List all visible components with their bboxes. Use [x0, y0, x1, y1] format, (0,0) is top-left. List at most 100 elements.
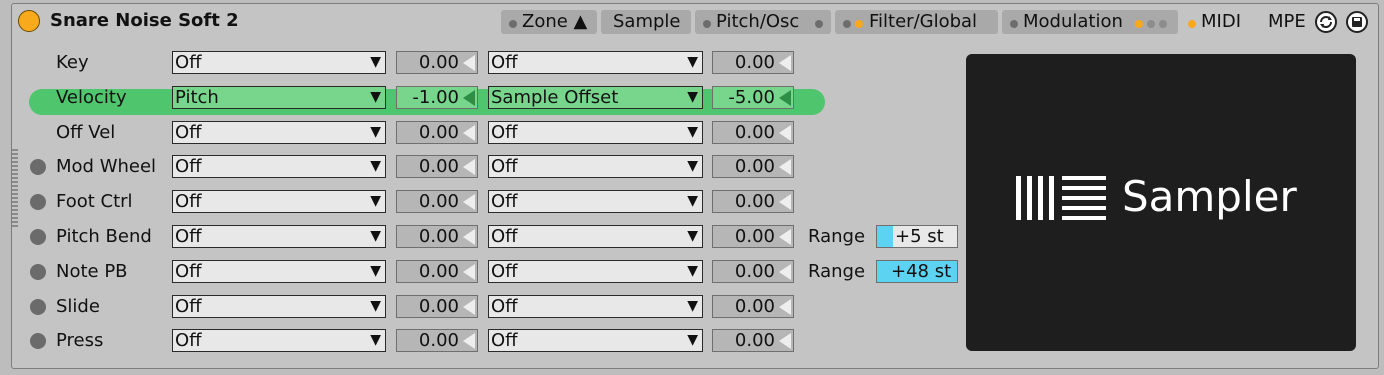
- row-label: Key: [56, 52, 89, 73]
- amount-b-field[interactable]: -5.00: [712, 85, 794, 109]
- amount-a-field[interactable]: 0.00: [396, 329, 478, 353]
- range-value-field[interactable]: +5 st: [876, 225, 958, 248]
- amount-b-field[interactable]: 0.00: [712, 190, 794, 214]
- amount-a-field[interactable]: -1.00: [396, 85, 478, 109]
- triangle-down-icon: ▼: [370, 297, 381, 314]
- row-led-icon: [30, 298, 46, 315]
- triangle-down-icon: ▼: [370, 54, 381, 70]
- tab-zone[interactable]: Zone ▲: [501, 10, 597, 34]
- save-icon[interactable]: [1346, 11, 1368, 33]
- triangle-left-icon: [463, 298, 475, 315]
- amount-a-field[interactable]: 0.00: [396, 190, 478, 214]
- range-label: Range: [808, 226, 866, 247]
- amount-a-field[interactable]: 0.00: [396, 294, 478, 318]
- triangle-down-icon: ▼: [370, 123, 381, 140]
- triangle-left-icon: [463, 194, 475, 211]
- destination-b-dropdown[interactable]: Off ▼: [488, 155, 703, 179]
- amount-b-field[interactable]: 0.00: [712, 259, 794, 283]
- amount-a-field[interactable]: 0.00: [396, 120, 478, 144]
- triangle-left-icon: [463, 229, 475, 245]
- triangle-down-icon: ▼: [687, 193, 698, 210]
- row-label: Foot Ctrl: [56, 191, 133, 213]
- triangle-left-icon: [779, 333, 791, 350]
- mpe-cycle-icon[interactable]: [1315, 11, 1337, 33]
- row-led-icon: [30, 333, 46, 350]
- triangle-left-icon: [779, 124, 791, 141]
- row-led-icon: [30, 159, 46, 176]
- sampler-device: Snare Noise Soft 2 Zone ▲ Sample Pitch/O…: [11, 3, 1379, 369]
- amount-b-field[interactable]: 0.00: [712, 225, 794, 248]
- amount-b-field[interactable]: 0.00: [712, 51, 794, 74]
- triangle-down-icon: ▼: [687, 332, 698, 349]
- destination-a-dropdown[interactable]: Off ▼: [172, 259, 386, 283]
- destination-b-dropdown[interactable]: Off ▼: [488, 329, 703, 353]
- range-label: Range: [808, 260, 866, 282]
- destination-a-dropdown[interactable]: Off ▼: [172, 294, 386, 318]
- amount-b-field[interactable]: 0.00: [712, 329, 794, 353]
- triangle-left-icon: [463, 159, 475, 176]
- destination-a-dropdown[interactable]: Off ▼: [172, 329, 386, 353]
- amount-a-field[interactable]: 0.00: [396, 259, 478, 283]
- triangle-down-icon: ▼: [370, 88, 381, 105]
- amount-a-field[interactable]: 0.00: [396, 225, 478, 248]
- row-led-icon: [30, 194, 46, 211]
- triangle-left-icon: [463, 55, 475, 71]
- tab-midi[interactable]: MIDI: [1182, 10, 1262, 34]
- tab-filter-global[interactable]: Filter/Global: [835, 10, 998, 34]
- triangle-left-icon: [779, 159, 791, 176]
- destination-b-dropdown[interactable]: Off ▼: [488, 259, 703, 283]
- row-label: Slide: [56, 295, 100, 317]
- sampler-logo-text: Sampler: [1122, 172, 1297, 221]
- destination-a-dropdown[interactable]: Off ▼: [172, 190, 386, 214]
- mpe-label: MPE: [1268, 11, 1306, 32]
- tab-sample[interactable]: Sample: [601, 10, 691, 34]
- triangle-down-icon: ▼: [687, 54, 698, 70]
- triangle-down-icon: ▼: [370, 332, 381, 349]
- row-label: Velocity: [56, 86, 127, 108]
- tab-pitch-osc[interactable]: Pitch/Osc: [695, 10, 831, 34]
- destination-a-dropdown[interactable]: Off ▼: [172, 51, 386, 74]
- triangle-left-icon: [779, 89, 791, 106]
- destination-a-dropdown[interactable]: Off ▼: [172, 155, 386, 179]
- destination-b-dropdown[interactable]: Sample Offset ▼: [488, 85, 703, 109]
- row-label: Mod Wheel: [56, 156, 157, 178]
- triangle-down-icon: ▼: [687, 228, 698, 244]
- triangle-down-icon: ▼: [370, 193, 381, 210]
- amount-b-field[interactable]: 0.00: [712, 294, 794, 318]
- destination-b-dropdown[interactable]: Off ▼: [488, 51, 703, 74]
- triangle-down-icon: ▼: [370, 158, 381, 175]
- row-label: Press: [56, 330, 104, 352]
- range-value-field[interactable]: +48 st: [876, 259, 958, 283]
- triangle-left-icon: [779, 229, 791, 245]
- row-label: Pitch Bend: [56, 226, 152, 247]
- amount-a-field[interactable]: 0.00: [396, 51, 478, 74]
- triangle-left-icon: [463, 89, 475, 106]
- device-power-button[interactable]: [18, 10, 40, 32]
- triangle-left-icon: [779, 298, 791, 315]
- device-title: Snare Noise Soft 2: [50, 10, 239, 31]
- destination-b-dropdown[interactable]: Off ▼: [488, 120, 703, 144]
- row-led-icon: [30, 263, 46, 280]
- destination-b-dropdown[interactable]: Off ▼: [488, 294, 703, 318]
- ableton-logo-icon: [1016, 176, 1106, 220]
- amount-b-field[interactable]: 0.00: [712, 155, 794, 179]
- amount-b-field[interactable]: 0.00: [712, 120, 794, 144]
- destination-a-dropdown[interactable]: Off ▼: [172, 120, 386, 144]
- destination-a-dropdown[interactable]: Off ▼: [172, 225, 386, 248]
- triangle-left-icon: [779, 194, 791, 211]
- triangle-down-icon: ▼: [687, 297, 698, 314]
- destination-b-dropdown[interactable]: Off ▼: [488, 225, 703, 248]
- triangle-left-icon: [463, 263, 475, 280]
- row-led-icon: [30, 229, 46, 245]
- destination-b-dropdown[interactable]: Off ▼: [488, 190, 703, 214]
- triangle-down-icon: ▼: [687, 262, 698, 279]
- title-bar: Snare Noise Soft 2 Zone ▲ Sample Pitch/O…: [12, 4, 1378, 38]
- tab-modulation[interactable]: Modulation: [1002, 10, 1178, 34]
- triangle-left-icon: [463, 333, 475, 350]
- triangle-left-icon: [779, 55, 791, 71]
- row-label: Off Vel: [56, 121, 116, 143]
- amount-a-field[interactable]: 0.00: [396, 155, 478, 179]
- destination-a-dropdown[interactable]: Pitch ▼: [172, 85, 386, 109]
- triangle-down-icon: ▼: [687, 158, 698, 175]
- row-label: Note PB: [56, 260, 128, 282]
